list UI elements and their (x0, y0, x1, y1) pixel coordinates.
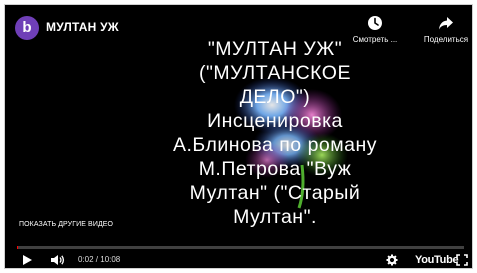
overlay-line: ДЕЛО") (239, 86, 311, 108)
overlay-line: Инсценировка (207, 110, 343, 132)
fullscreen-icon (456, 253, 468, 266)
volume-icon (51, 254, 65, 265)
overlay-line: А.Блинова по роману (172, 134, 378, 156)
share-label: Поделиться (423, 35, 469, 44)
settings-button[interactable] (386, 251, 398, 268)
time-display: 0:02 / 10:08 (78, 255, 121, 264)
overlay-line: "МУЛТАН УЖ" (207, 38, 343, 60)
clock-icon (368, 16, 382, 30)
progress-fill (17, 246, 19, 249)
video-player[interactable]: b МУЛТАН УЖ Смотреть ... Поделиться "МУЛ… (5, 5, 472, 268)
fullscreen-button[interactable] (456, 251, 468, 268)
volume-button[interactable] (50, 251, 65, 268)
gear-icon (386, 254, 398, 265)
play-button[interactable] (21, 251, 33, 268)
player-controls: 0:02 / 10:08 YouTube (5, 251, 472, 268)
overlay-line: ("МУЛТАНСКОЕ (199, 62, 351, 84)
overlay-line: М.Петрова "Вуж (198, 158, 352, 180)
play-icon (23, 254, 32, 265)
video-embed-frame: b МУЛТАН УЖ Смотреть ... Поделиться "МУЛ… (4, 4, 473, 269)
youtube-logo-link[interactable]: YouTube (415, 251, 459, 268)
overlay-line: Мултан" ("Старый (189, 182, 361, 204)
more-videos-link[interactable]: ПОКАЗАТЬ ДРУГИЕ ВИДЕО (19, 221, 113, 228)
video-title[interactable]: МУЛТАН УЖ (46, 20, 119, 34)
share-arrow-icon (439, 17, 453, 30)
overlay-title-text: "МУЛТАН УЖ" ("МУЛТАНСКОЕ ДЕЛО") Инсценир… (155, 37, 395, 229)
share-button[interactable]: Поделиться (410, 15, 472, 44)
progress-bar[interactable] (17, 246, 464, 249)
overlay-line: Мултан". (233, 206, 317, 228)
channel-avatar[interactable]: b (15, 16, 39, 40)
